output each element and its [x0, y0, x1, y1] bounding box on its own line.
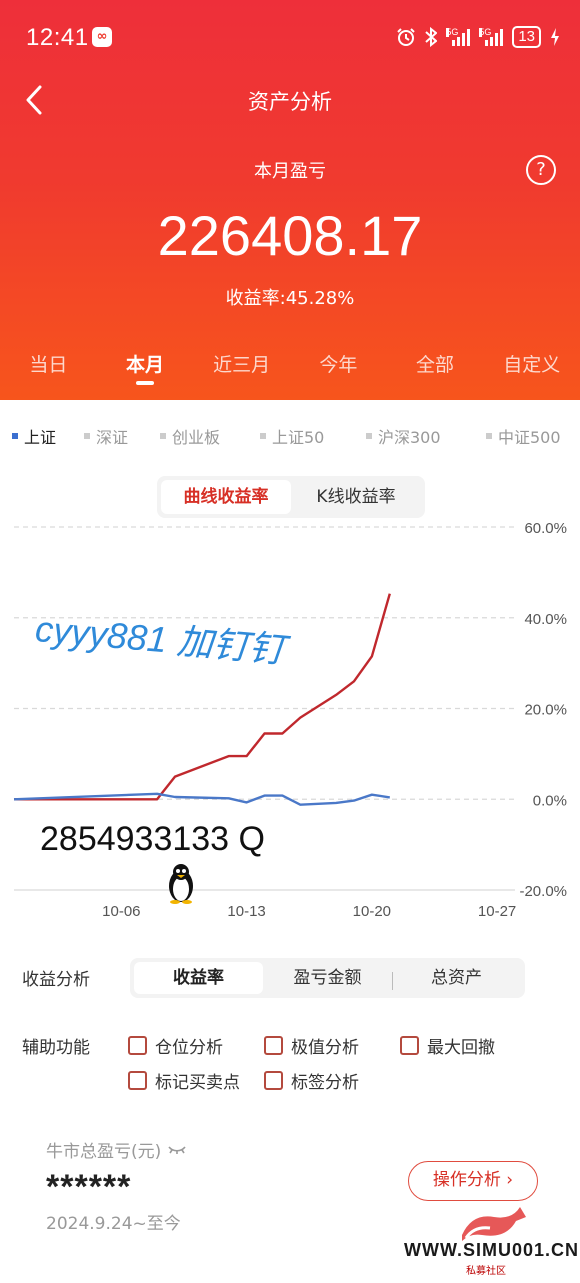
signal-icon: 5G [479, 28, 504, 46]
index-tab-label: 沪深300 [378, 428, 441, 447]
index-tab-label: 深证 [96, 428, 129, 447]
month-pnl-value: 226408.17 [157, 204, 423, 267]
bull-pnl-label: 牛市总盈亏(元) [46, 1137, 187, 1162]
tab-year[interactable]: 今年 [290, 345, 387, 395]
checkbox-label: 标记买卖点 [155, 1073, 240, 1093]
yield-rate: 收益率:45.28% [225, 288, 355, 309]
legend-dot [260, 433, 266, 439]
operation-analysis-button[interactable]: 操作分析 › [408, 1161, 538, 1201]
extreme-analysis-checkbox[interactable]: 极值分析 [264, 1033, 359, 1058]
checkbox-label: 最大回撤 [427, 1038, 495, 1058]
legend-dot [160, 433, 166, 439]
y-tick-label: 20.0% [524, 702, 567, 719]
pnl-amount-button[interactable]: 盈亏金额 [263, 962, 392, 994]
alarm-icon [397, 28, 416, 46]
yield-rate-button[interactable]: 收益率 [134, 962, 263, 994]
tab-custom[interactable]: 自定义 [483, 345, 580, 395]
index-tabs: 上证 深证 创业板 上证50 沪深300 中证500 [0, 424, 580, 450]
index-tab-label: 中证500 [498, 428, 561, 447]
chart-mode-toggle: 曲线收益率 K线收益率 [157, 476, 425, 518]
eye-closed-icon[interactable] [167, 1144, 187, 1156]
checkbox-icon [128, 1071, 147, 1090]
penguin-icon [169, 864, 193, 904]
x-tick-label: 10-20 [353, 903, 391, 920]
y-tick-label: 60.0% [524, 520, 567, 537]
index-tab-zz500[interactable]: 中证500 [486, 424, 561, 448]
position-analysis-checkbox[interactable]: 仓位分析 [128, 1033, 223, 1058]
yield-chart-svg: 60.0% 40.0% 20.0% 0.0% -20.0% 10-06 10-13 10-20… [13, 520, 567, 920]
nav-bar: 资产分析 [0, 75, 580, 125]
question-circle-icon[interactable]: ? [526, 155, 556, 185]
index-tab-cyb[interactable]: 创业板 [160, 424, 220, 448]
checkbox-icon [128, 1036, 147, 1055]
checkbox-icon [264, 1071, 283, 1090]
month-pnl-label: 本月盈亏 [254, 161, 326, 182]
battery-icon: 13 [512, 26, 541, 48]
tag-analysis-checkbox[interactable]: 标签分析 [264, 1068, 359, 1093]
status-icons: 5G 5G 13 [396, 26, 560, 48]
status-time: 12:41 [26, 24, 89, 51]
total-assets-button[interactable]: 总资产 [392, 962, 521, 994]
site-url: WWW.SIMU001.CN [404, 1240, 580, 1260]
app-notification-icon: ∞ [92, 27, 112, 47]
legend-dot [486, 433, 492, 439]
aux-functions-label: 辅助功能 [22, 1038, 90, 1058]
checkbox-icon [264, 1036, 283, 1055]
site-subtitle: 私募社区 [466, 1266, 506, 1277]
tab-month[interactable]: 本月 [97, 345, 194, 395]
x-tick-label: 10-27 [478, 903, 516, 920]
checkbox-icon [400, 1036, 419, 1055]
index-tab-label: 上证 [24, 428, 57, 447]
legend-dot [84, 433, 90, 439]
header: 12:41 ∞ 5G 5G 13 资产分析 本月盈亏 ? 226408.17 收… [0, 0, 580, 400]
legend-dot [12, 433, 18, 439]
checkbox-label: 极值分析 [291, 1038, 359, 1058]
bull-date-range: 2024.9.24~至今 [46, 1214, 181, 1234]
status-bar: 12:41 ∞ 5G 5G 13 [0, 0, 580, 70]
charging-icon [551, 28, 559, 46]
index-tab-sz50[interactable]: 上证50 [260, 424, 324, 448]
tab-day[interactable]: 当日 [0, 345, 97, 395]
checkbox-label: 标签分析 [291, 1073, 359, 1093]
tab-all[interactable]: 全部 [387, 345, 484, 395]
index-tab-label: 上证50 [272, 428, 325, 447]
curve-yield-button[interactable]: 曲线收益率 [161, 480, 291, 514]
trade-points-checkbox[interactable]: 标记买卖点 [128, 1068, 240, 1093]
signal-icon: 5G [446, 28, 471, 46]
index-tab-label: 创业板 [172, 428, 221, 447]
x-tick-label: 10-06 [102, 903, 140, 920]
bluetooth-icon [425, 27, 438, 47]
bull-pnl-value: ****** [46, 1168, 132, 1206]
index-tab-sh[interactable]: 上证 [12, 424, 56, 448]
contact-text: 2854933133 Q [40, 820, 265, 858]
index-tab-hs300[interactable]: 沪深300 [366, 424, 441, 448]
legend-dot [366, 433, 372, 439]
index-tab-sz[interactable]: 深证 [84, 424, 128, 448]
y-tick-label: 0.0% [533, 792, 567, 809]
y-tick-label: -20.0% [519, 883, 567, 900]
max-drawdown-checkbox[interactable]: 最大回撤 [400, 1033, 495, 1058]
profit-analysis-toggle: 收益率 盈亏金额 总资产 [130, 958, 525, 998]
profit-analysis-label: 收益分析 [22, 970, 90, 990]
y-tick-label: 40.0% [524, 611, 567, 628]
checkbox-label: 仓位分析 [155, 1038, 223, 1058]
page-title: 资产分析 [248, 90, 332, 114]
period-tabs: 当日 本月 近三月 今年 全部 自定义 [0, 345, 580, 395]
kline-yield-button[interactable]: K线收益率 [291, 480, 421, 514]
bull-pnl-label-text: 牛市总盈亏(元) [46, 1142, 162, 1162]
yield-chart: 60.0% 40.0% 20.0% 0.0% -20.0% 10-06 10-13 10-20… [0, 515, 580, 925]
x-tick-label: 10-13 [227, 903, 265, 920]
tab-three-months[interactable]: 近三月 [193, 345, 290, 395]
